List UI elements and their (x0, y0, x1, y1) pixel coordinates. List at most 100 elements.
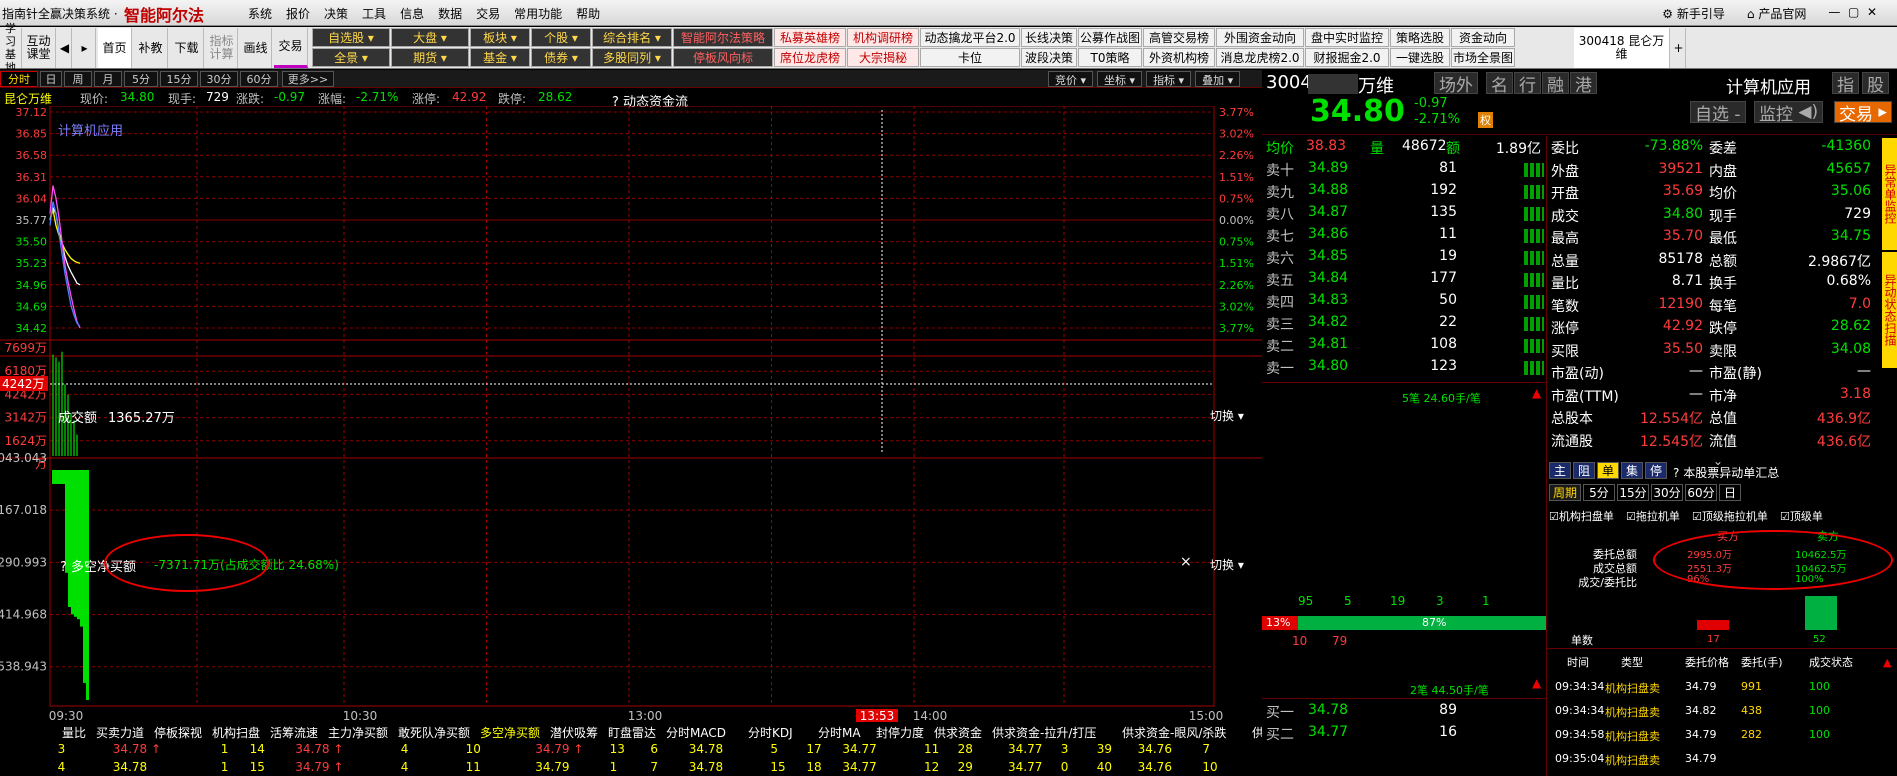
fn-monitor[interactable]: 盘中实时监控 (1305, 28, 1389, 47)
tag-name[interactable]: 名 (1486, 72, 1513, 96)
indicator-tab[interactable]: 活筹流速 (270, 724, 318, 741)
monitor-tab[interactable]: 阻 (1573, 462, 1595, 479)
indicator-tab[interactable]: 机构扫盘 (212, 724, 260, 741)
tab-month[interactable]: 月 (94, 71, 122, 87)
sector-stock-button[interactable]: 股 (1862, 72, 1889, 96)
indicator-tab[interactable]: 量比 (62, 724, 86, 741)
stock-code-box[interactable]: 300418 昆仑万维 (1574, 28, 1670, 68)
fn-ranking[interactable]: 综合排名 ▾ (592, 28, 672, 47)
menu-tools[interactable]: 工具 (362, 5, 386, 22)
indicator-tab[interactable]: 供求资金-拉升/打压 (992, 724, 1096, 741)
indicator-tab[interactable]: 供求资金-眼风/杀跌 (1122, 724, 1226, 741)
monitor-tab[interactable]: 集 (1621, 462, 1643, 479)
sector-index-button[interactable]: 指 (1832, 72, 1859, 96)
menu-common[interactable]: 常用功能 (514, 5, 562, 22)
overlay-menu[interactable]: 叠加 ▾ (1195, 71, 1241, 87)
fn-sector[interactable]: 板块 ▾ (470, 28, 530, 47)
fn-exec[interactable]: 高管交易榜 (1143, 28, 1215, 47)
indicator-tab[interactable]: 分时MA (818, 724, 861, 741)
menu-info[interactable]: 信息 (400, 5, 424, 22)
fn-multi[interactable]: 多股同列 ▾ (592, 48, 672, 67)
prev-arrow-icon[interactable]: ◀ (58, 28, 72, 68)
indicator-tab[interactable]: 主力净买额 (328, 724, 388, 741)
indicator-button[interactable]: 指标 计算 (206, 28, 238, 68)
filter-checkbox[interactable]: ☑拖拉机单 (1626, 508, 1680, 524)
side-tab-abnormal[interactable]: 异常单监控 (1882, 138, 1897, 250)
netbuy-help-icon[interactable]: ? (60, 560, 71, 575)
period-button[interactable]: 15分 (1617, 484, 1649, 501)
fn-foreign[interactable]: 外资机构榜 (1143, 48, 1215, 67)
scroll-up-icon[interactable]: ▲ (1532, 386, 1541, 400)
fn-fund[interactable]: 基金 ▾ (470, 48, 530, 67)
fn-dragon[interactable]: 动态擒龙平台2.0 (920, 28, 1020, 47)
indicator-tab[interactable]: 供求资金 (934, 724, 982, 741)
fn-ext[interactable]: 外围资金动向 (1216, 28, 1304, 47)
tag-margin[interactable]: 融 (1542, 72, 1569, 96)
indicator-tab[interactable]: 停板探视 (154, 724, 202, 741)
fn-bond[interactable]: 债券 ▾ (531, 48, 591, 67)
filter-checkbox[interactable]: ☑顶级单 (1780, 508, 1823, 524)
volume-switch[interactable]: 切换 ▾ (1210, 407, 1244, 424)
fn-strategy[interactable]: 策略选股 (1390, 28, 1450, 47)
fn-alpha[interactable]: 智能阿尔法策略 (673, 28, 773, 47)
supp-button[interactable]: 补教 (134, 28, 168, 68)
home-button[interactable]: 首页 (98, 28, 132, 68)
indicator-tab[interactable]: 买卖力道 (96, 724, 144, 741)
add-icon[interactable]: + (1672, 28, 1686, 68)
netbuy-close-icon[interactable]: × (1180, 554, 1192, 570)
filter-checkbox[interactable]: ☑顶级拖拉机单 (1692, 508, 1768, 524)
tab-day[interactable]: 日 (40, 71, 62, 87)
fn-private[interactable]: 私募英雄榜 (774, 28, 846, 47)
monitor-button[interactable]: 监控 ◀) (1754, 101, 1824, 125)
summary-label[interactable]: ? 本股票异动单汇总 (1673, 464, 1779, 481)
period-button[interactable]: 5分 (1583, 484, 1615, 501)
trade-action-button[interactable]: 交易 ▸ (1834, 101, 1892, 125)
fn-futures[interactable]: 期货 ▾ (391, 48, 469, 67)
draw-button[interactable]: 画线 (240, 28, 272, 68)
menu-data[interactable]: 数据 (438, 5, 462, 22)
fn-market[interactable]: 大盘 ▾ (391, 28, 469, 47)
netbuy-switch[interactable]: 切换 ▾ (1210, 556, 1244, 573)
table-scroll-up-icon[interactable]: ▲ (1883, 656, 1891, 669)
tab-week[interactable]: 周 (64, 71, 92, 87)
indicator-tab[interactable]: 封停力度 (876, 724, 924, 741)
fn-stock[interactable]: 个股 ▾ (531, 28, 591, 47)
coord-menu[interactable]: 坐标 ▾ (1097, 71, 1143, 87)
tab-15min[interactable]: 15分 (160, 71, 198, 87)
monitor-tab[interactable]: 主 (1549, 462, 1571, 479)
interact-button[interactable]: 互动 课堂 (22, 28, 56, 68)
indicator-tab[interactable]: 敢死队净买额 (398, 724, 470, 741)
menu-system[interactable]: 系统 (248, 5, 272, 22)
trade-button[interactable]: 交易 (274, 28, 308, 68)
filter-checkbox[interactable]: ☑机构扫盘单 (1549, 508, 1614, 524)
fn-seat[interactable]: 席位龙虎榜 (774, 48, 846, 67)
indicator-tab[interactable]: 分时KDJ (748, 724, 793, 741)
period-button[interactable]: 60分 (1685, 484, 1717, 501)
tab-5min[interactable]: 5分 (124, 71, 158, 87)
download-button[interactable]: 下载 (170, 28, 204, 68)
next-arrow-icon[interactable]: ▸ (74, 28, 96, 68)
fn-slot[interactable]: 卡位 (920, 48, 1020, 67)
indicator-tab[interactable]: 多空净买额 (480, 724, 540, 741)
tab-60min[interactable]: 60分 (240, 71, 278, 87)
indicator-tab[interactable]: 分时MACD (666, 724, 726, 741)
learn-button[interactable]: 学习 基地 (0, 22, 22, 74)
period-button[interactable]: 周期 (1549, 484, 1581, 501)
fn-limit[interactable]: 停板风向标 (673, 48, 773, 67)
menu-trade[interactable]: 交易 (476, 5, 500, 22)
chart-area[interactable]: 37.12 3.77% 36.85 3.02% 36.58 2.26% 36.31 1.51%… (0, 105, 1262, 724)
tag-industry[interactable]: 行 (1514, 72, 1541, 96)
tab-intraday[interactable]: 分时 (0, 71, 38, 87)
menu-quote[interactable]: 报价 (286, 5, 310, 22)
fn-t0[interactable]: T0策略 (1078, 48, 1142, 67)
fn-block[interactable]: 大宗揭秘 (847, 48, 919, 67)
website-link[interactable]: ⌂ 产品官网 (1747, 5, 1806, 22)
period-button[interactable]: 日 (1719, 484, 1741, 501)
monitor-tab[interactable]: 单 (1597, 462, 1619, 479)
intraday-chart-svg[interactable]: 37.12 3.77% 36.85 3.02% 36.58 2.26% 36.31 1.51%… (0, 105, 1262, 724)
add-watch-button[interactable]: 自选 - (1690, 101, 1746, 125)
window-controls[interactable]: — ▢ ✕ (1828, 5, 1877, 22)
fn-panorama[interactable]: 全景 ▾ (312, 48, 390, 67)
menu-help[interactable]: 帮助 (576, 5, 600, 22)
fn-public[interactable]: 公募作战图 (1078, 28, 1142, 47)
